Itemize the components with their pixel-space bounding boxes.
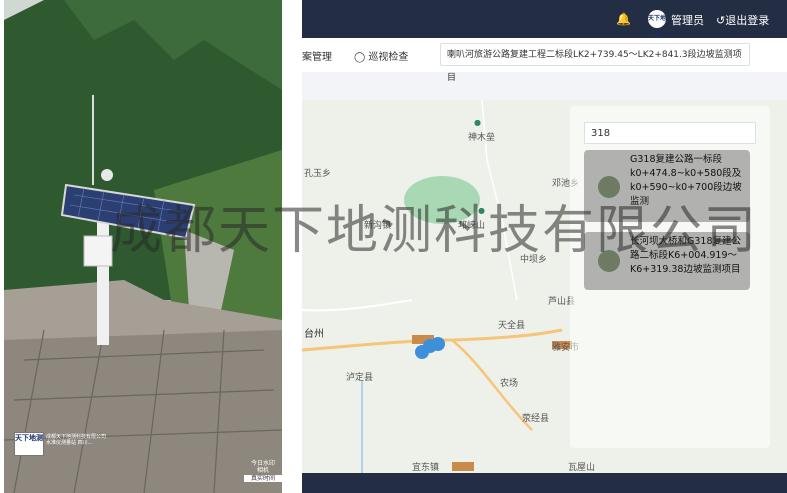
tab-project-management[interactable]: 案管理	[302, 48, 332, 63]
map-marker[interactable]	[431, 337, 445, 351]
app-window: 🔔 天下地测 管理员 ↺退出登录 案管理 ◯ 巡视检查 喇叭河旅游公路复建工程二…	[302, 0, 787, 493]
watermark-line: 水准仪测量站 四川...	[46, 440, 93, 446]
place-label: 天全县	[498, 321, 526, 331]
place-label: 孔玉乡	[304, 169, 332, 179]
bottom-bar	[302, 473, 787, 493]
camera-stamp: 今日水印 相机 真实时间	[244, 460, 282, 482]
stamp-line2: 相机	[256, 467, 269, 474]
place-label: 荥经县	[522, 414, 550, 424]
bell-icon[interactable]: 🔔	[616, 12, 631, 26]
check-circle-icon: ◯	[354, 52, 369, 63]
site-photo: 天下地测 成都天下地测科技有限公司 水准仪测量站 四川... 今日水印 相机 真…	[4, 0, 282, 493]
place-label: 泸定县	[346, 373, 374, 383]
logout-icon: ↺	[716, 14, 726, 27]
result-thumbnail	[598, 176, 620, 198]
result-text: 长河坝大桥和G318复建公路二标段K6+004.919～K6+319.38边坡监…	[630, 236, 741, 275]
stamp-button: 真实时间	[244, 475, 282, 482]
result-text: G318复建公路一标段k0+474.8~k0+580段及k0+590~k0+70…	[630, 154, 742, 207]
place-label: 神木垒	[468, 133, 496, 143]
result-card[interactable]: G318复建公路一标段k0+474.8~k0+580段及k0+590~k0+70…	[584, 150, 750, 222]
logout-label: 退出登录	[725, 14, 770, 27]
stamp-line1: 今日水印	[250, 460, 275, 467]
search-input[interactable]: 318	[584, 122, 756, 144]
tab-bar: 案管理 ◯ 巡视检查 喇叭河旅游公路复建工程二标段LK2+739.45～LK2+…	[302, 38, 787, 83]
watermark-text: 成都天下地测科技有限公司 水准仪测量站 四川...	[46, 434, 126, 446]
place-label: 邛崃山	[458, 221, 486, 231]
place-label: 瓦屋山	[568, 463, 596, 473]
tab-current-project[interactable]: 喇叭河旅游公路复建工程二标段LK2+739.45～LK2+841.3段边坡监测项…	[440, 43, 750, 83]
logout-button[interactable]: ↺退出登录	[716, 12, 769, 28]
place-label: 中坝乡	[520, 255, 548, 265]
site-photo-image	[4, 0, 282, 493]
place-label: 台州	[304, 329, 324, 340]
result-card[interactable]: 长河坝大桥和G318复建公路二标段K6+004.919～K6+319.38边坡监…	[584, 232, 750, 290]
user-name[interactable]: 管理员	[671, 12, 704, 28]
top-bar: 🔔 天下地测 管理员 ↺退出登录	[302, 0, 787, 40]
place-label: 新沟镇	[364, 221, 392, 231]
poi-icon: ●	[478, 206, 485, 215]
watermark-logo: 天下地测	[14, 432, 44, 456]
result-thumbnail	[598, 250, 620, 272]
tab-inspection-label: 巡视检查	[368, 52, 409, 63]
tab-inspection[interactable]: ◯ 巡视检查	[354, 48, 408, 63]
poi-icon: ●	[474, 118, 481, 127]
place-label: 宜东镇	[412, 463, 440, 473]
place-label: 农场	[500, 379, 519, 389]
avatar[interactable]: 天下地测	[648, 10, 666, 40]
